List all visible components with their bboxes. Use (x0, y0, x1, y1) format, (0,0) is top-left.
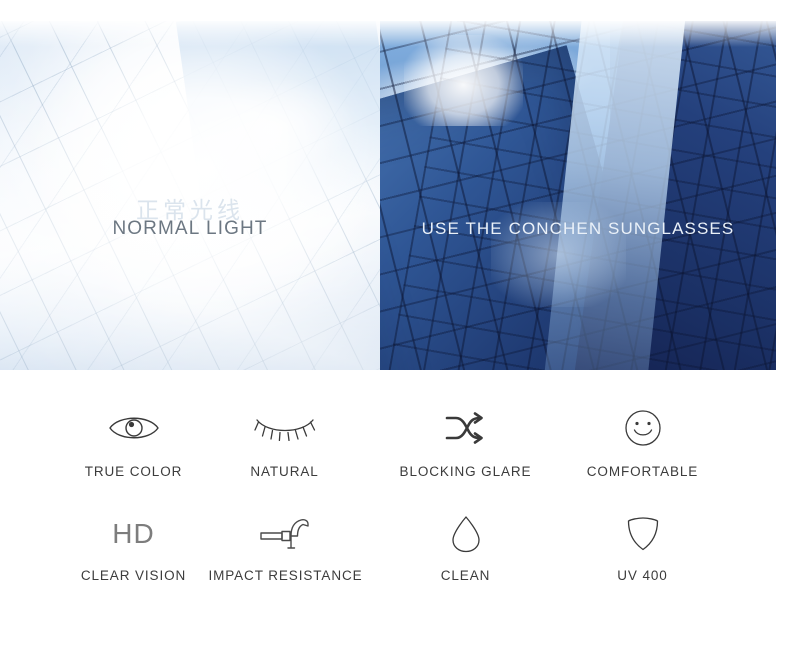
feature-clear-vision: HD CLEAR VISION (46, 508, 221, 616)
banner-panel-normal-light (0, 21, 380, 370)
crossing-arrows-icon (444, 400, 488, 456)
banner-panel-sunglasses-view (380, 21, 776, 370)
water-drop-icon (451, 508, 481, 560)
feature-label: CLEAN (440, 568, 491, 583)
hd-text-icon: HD (112, 508, 154, 560)
comparison-banner: 正常光线 NORMAL LIGHT USE THE CONCHEN SUNGLA… (0, 21, 776, 370)
feature-label: BLOCKING GLARE (399, 464, 532, 479)
feature-label: TRUE COLOR (84, 464, 183, 479)
shield-icon (625, 508, 661, 560)
feature-comfortable: COMFORTABLE (555, 400, 730, 508)
feature-grid: TRUE COLOR NATURAL BLOCKING GLARE COMFOR… (46, 400, 746, 616)
feature-natural: NATURAL (197, 400, 372, 508)
feature-clean: CLEAN (378, 508, 553, 616)
left-facade-grid-secondary (0, 21, 380, 370)
feature-uv-400: UV 400 (555, 508, 730, 616)
feature-label: NATURAL (250, 464, 319, 479)
feature-label: CLEAR VISION (80, 568, 187, 583)
open-eye-icon (108, 400, 160, 456)
hd-text-label: HD (112, 518, 155, 549)
feature-true-color: TRUE COLOR (46, 400, 221, 508)
smiley-face-icon (624, 400, 662, 456)
hammer-icon (258, 508, 314, 560)
feature-impact-resistance: IMPACT RESISTANCE (198, 508, 373, 616)
closed-eye-lashes-icon (253, 400, 316, 456)
product-feature-page: 正常光线 NORMAL LIGHT USE THE CONCHEN SUNGLA… (0, 0, 790, 659)
feature-label: IMPACT RESISTANCE (208, 568, 363, 583)
feature-label: UV 400 (617, 568, 668, 583)
feature-label: COMFORTABLE (586, 464, 699, 479)
feature-blocking-glare: BLOCKING GLARE (378, 400, 553, 508)
